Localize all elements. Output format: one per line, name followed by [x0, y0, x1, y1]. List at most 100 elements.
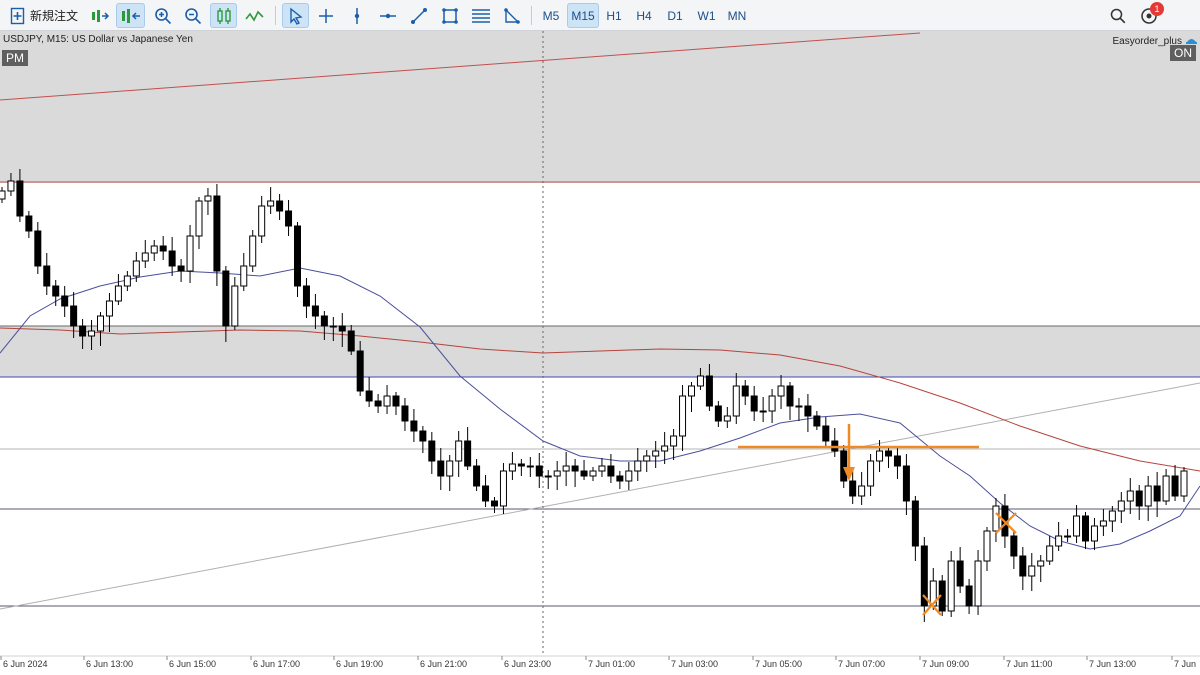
candle-body: [329, 325, 337, 328]
candle-body: [347, 330, 355, 352]
candle-body: [1064, 535, 1072, 538]
candle-body: [804, 405, 812, 417]
timeframe-m15[interactable]: M15: [567, 3, 599, 28]
zoom-out-button[interactable]: [180, 3, 205, 28]
chart-canvas[interactable]: 6 Jun 2024 6 Jun 13:00 6 Jun 15:00 6 Jun 17…: [0, 31, 1200, 675]
candle-body: [114, 285, 122, 302]
new-order-button[interactable]: 新規注文: [6, 3, 84, 28]
fibonacci-icon: [471, 8, 490, 23]
candle-body: [625, 470, 633, 482]
depth-of-market-button[interactable]: [87, 3, 112, 28]
vertical-line-button[interactable]: [344, 3, 369, 28]
line-chart-button[interactable]: [242, 3, 267, 28]
time-axis-label: 7 Jun 03:00: [671, 659, 718, 669]
crosshair-button[interactable]: [313, 3, 338, 28]
candle-body: [688, 385, 695, 397]
candlesticks-icon: [216, 7, 231, 24]
candle-body: [634, 460, 642, 472]
candle-body: [410, 420, 418, 432]
candle-body: [150, 245, 158, 254]
candle-body: [285, 210, 293, 227]
candle-body: [768, 395, 776, 412]
candle-body: [123, 275, 131, 287]
rectangle-button[interactable]: [437, 3, 462, 28]
candle-body: [544, 475, 552, 478]
candle-body: [580, 470, 588, 477]
time-axis-label: 7 Jun 07:00: [838, 659, 885, 669]
candle-body: [607, 465, 615, 477]
candle-body: [213, 195, 221, 272]
candle-body: [571, 465, 579, 472]
timeframe-h4[interactable]: H4: [631, 3, 657, 28]
trendline-button[interactable]: [406, 3, 431, 28]
timeframe-d1[interactable]: D1: [662, 3, 688, 28]
time-axis-label: 6 Jun 23:00: [504, 659, 551, 669]
candle-body: [535, 465, 543, 477]
triangle-button[interactable]: [499, 3, 524, 28]
candle-body: [867, 460, 875, 487]
time-axis-label: 7 Jun 13:00: [1089, 659, 1136, 669]
fibonacci-button[interactable]: [468, 3, 493, 28]
session-badge: PM: [2, 50, 28, 66]
candle-body: [911, 500, 919, 547]
rectangle-icon: [441, 7, 458, 24]
time-axis-label: 7 Jun 11:00: [1006, 659, 1052, 669]
candle-body: [670, 435, 678, 447]
candle-body: [302, 285, 310, 307]
timeframe-w1[interactable]: W1: [693, 3, 720, 28]
candle-body: [97, 315, 104, 332]
candle-body: [858, 485, 866, 497]
candle-body: [508, 463, 516, 472]
timeframe-h1[interactable]: H1: [601, 3, 627, 28]
candlesticks-button[interactable]: [210, 3, 237, 28]
candle-body: [965, 585, 973, 607]
candle-body: [750, 395, 758, 412]
time-axis-label: 6 Jun 2024: [3, 659, 48, 669]
candle-body: [374, 400, 382, 407]
candle-body: [723, 415, 731, 422]
candlestick-series: [0, 169, 1188, 622]
candle-body: [70, 305, 78, 327]
triangle-icon: [503, 7, 520, 24]
candle-body: [661, 445, 669, 452]
candle-body: [1162, 475, 1170, 502]
candle-body: [16, 180, 24, 217]
candle-body: [231, 285, 239, 327]
candle-body: [43, 265, 51, 287]
candle-body: [491, 500, 498, 507]
candle-body: [401, 405, 409, 422]
candle-body: [105, 300, 113, 317]
one-click-trading-button[interactable]: [116, 3, 145, 28]
candle-body: [356, 350, 364, 392]
candle-body: [1028, 565, 1036, 577]
candle-body: [786, 385, 794, 407]
zoom-in-button[interactable]: [150, 3, 175, 28]
new-order-label: 新規注文: [30, 9, 79, 23]
price-chart[interactable]: 6 Jun 2024 6 Jun 13:00 6 Jun 15:00 6 Jun 17…: [0, 31, 1200, 675]
candle-body: [974, 560, 982, 607]
candle-body: [517, 463, 525, 467]
horizontal-line-button[interactable]: [375, 3, 400, 28]
candle-body: [186, 235, 194, 272]
cursor-button[interactable]: [282, 3, 309, 28]
search-button[interactable]: [1106, 3, 1130, 28]
candle-body: [61, 295, 69, 307]
candle-body: [795, 405, 803, 408]
timeframe-m5[interactable]: M5: [537, 3, 565, 28]
candle-body: [526, 465, 534, 468]
time-axis-label: 6 Jun 15:00: [169, 659, 216, 669]
toolbar-separator: [531, 6, 532, 25]
candle-body: [777, 385, 785, 397]
candle-body: [249, 235, 257, 267]
candle-body: [1108, 510, 1116, 522]
expert-advisor-status-badge[interactable]: ON: [1170, 45, 1196, 61]
notification-count-badge: 1: [1150, 2, 1164, 16]
timeframe-mn[interactable]: MN: [723, 3, 751, 28]
candle-body: [79, 325, 87, 337]
candle-body: [822, 425, 830, 442]
line-chart-icon: [244, 10, 264, 22]
candle-body: [956, 560, 964, 587]
candle-body: [365, 390, 373, 402]
vertical-line-icon: [354, 7, 359, 24]
candle-body: [947, 560, 955, 612]
